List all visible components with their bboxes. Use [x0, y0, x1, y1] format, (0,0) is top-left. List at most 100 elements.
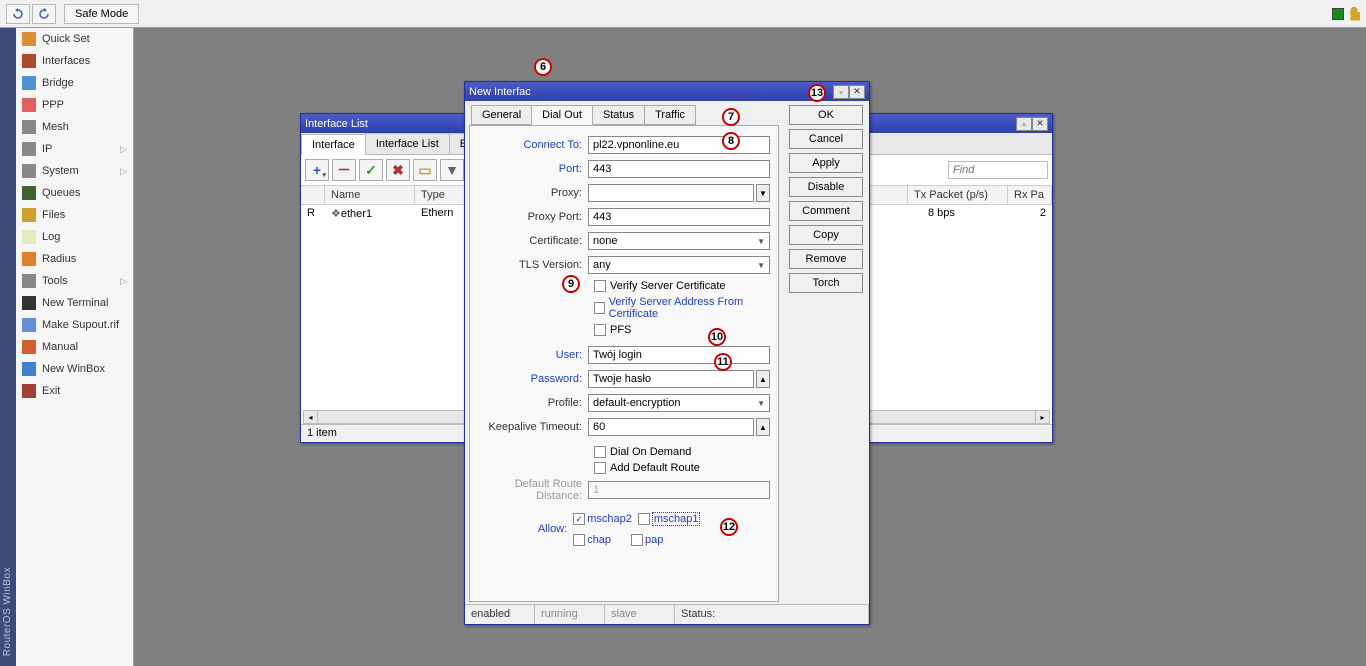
- col-name[interactable]: Name: [325, 186, 415, 204]
- certificate-select[interactable]: none▼: [588, 232, 770, 250]
- tab-general[interactable]: General: [471, 105, 532, 125]
- sidebar-item-mesh[interactable]: Mesh: [16, 116, 133, 138]
- new-interface-buttons: OK Cancel Apply Disable Comment Copy Remove Tor…: [789, 105, 863, 293]
- sidebar-item-queues[interactable]: Queues: [16, 182, 133, 204]
- sidebar-item-system[interactable]: System▷: [16, 160, 133, 182]
- badge-12: 12: [720, 518, 738, 536]
- copy-button[interactable]: Copy: [789, 225, 863, 245]
- menu-label: Files: [42, 209, 65, 221]
- sidebar-item-manual[interactable]: Manual: [16, 336, 133, 358]
- sidebar-item-make-supout-rif[interactable]: Make Supout.rif: [16, 314, 133, 336]
- verify-server-cert-checkbox[interactable]: [594, 280, 606, 292]
- ok-button[interactable]: OK: [789, 105, 863, 125]
- port-input[interactable]: [588, 160, 770, 178]
- redo-button[interactable]: [32, 4, 56, 24]
- sidebar-item-tools[interactable]: Tools▷: [16, 270, 133, 292]
- sidebar-item-new-terminal[interactable]: New Terminal: [16, 292, 133, 314]
- label-proxy: Proxy:: [478, 187, 588, 199]
- sidebar-item-files[interactable]: Files: [16, 204, 133, 226]
- label-profile: Profile:: [478, 397, 588, 409]
- menu-icon: [22, 76, 36, 90]
- proxy-input[interactable]: [588, 184, 754, 202]
- user-input[interactable]: [588, 346, 770, 364]
- pfs-checkbox[interactable]: [594, 324, 606, 336]
- password-input[interactable]: [588, 370, 754, 388]
- close-button[interactable]: ✕: [849, 85, 865, 99]
- sidebar-item-bridge[interactable]: Bridge: [16, 72, 133, 94]
- proxy-port-input[interactable]: [588, 208, 770, 226]
- minimize-button[interactable]: ▫: [1016, 117, 1032, 131]
- dial-on-demand-checkbox[interactable]: [594, 446, 606, 458]
- col-rx-packet[interactable]: Rx Pa: [1008, 186, 1052, 204]
- sidebar-item-exit[interactable]: Exit: [16, 380, 133, 402]
- label-pap: pap: [645, 534, 663, 546]
- menu: Quick SetInterfacesBridgePPP Mesh IP▷Syste…: [16, 28, 134, 666]
- tls-version-select[interactable]: any▼: [588, 256, 770, 274]
- sidebar-item-quick-set[interactable]: Quick Set: [16, 28, 133, 50]
- chap-checkbox[interactable]: [573, 534, 585, 546]
- allow-group: mschap2 mschap1 chap pap: [573, 512, 770, 546]
- sidebar-item-ip[interactable]: IP▷: [16, 138, 133, 160]
- minimize-button[interactable]: ▫: [833, 85, 849, 99]
- menu-icon: [22, 54, 36, 68]
- row-txp: 2: [972, 205, 1052, 222]
- filter-button[interactable]: ▼: [440, 159, 464, 181]
- profile-select[interactable]: default-encryption▼: [588, 394, 770, 412]
- sidebar-item-ppp[interactable]: PPP: [16, 94, 133, 116]
- sidebar-item-new-winbox[interactable]: New WinBox: [16, 358, 133, 380]
- sidebar-item-radius[interactable]: Radius: [16, 248, 133, 270]
- menu-label: Radius: [42, 253, 76, 265]
- remove-button[interactable]: －: [332, 159, 356, 181]
- label-connect-to: Connect To:: [478, 139, 588, 151]
- new-interface-window: New Interfac ▫ ✕ General Dial Out Status…: [464, 81, 870, 625]
- col-type[interactable]: Type: [415, 186, 465, 204]
- verify-server-addr-checkbox[interactable]: [594, 302, 605, 314]
- menu-icon: [22, 230, 36, 244]
- default-route-distance-input: [588, 481, 770, 499]
- enable-button[interactable]: ✓: [359, 159, 383, 181]
- tab-dial-out[interactable]: Dial Out: [531, 105, 593, 125]
- sidebar-item-log[interactable]: Log: [16, 226, 133, 248]
- tab-status[interactable]: Status: [592, 105, 645, 125]
- label-allow: Allow:: [478, 523, 573, 535]
- password-hide-arrow[interactable]: ▲: [756, 370, 770, 388]
- mschap1-checkbox[interactable]: [638, 513, 650, 525]
- menu-icon: [22, 274, 36, 288]
- redo-icon: [38, 8, 50, 20]
- badge-11: 11: [714, 353, 732, 371]
- tab-traffic[interactable]: Traffic: [644, 105, 696, 125]
- add-button[interactable]: +: [305, 159, 329, 181]
- find-input[interactable]: [948, 161, 1048, 179]
- proxy-dropdown-arrow[interactable]: ▼: [756, 184, 770, 202]
- menu-label: Mesh: [42, 121, 69, 133]
- col-tx-packet[interactable]: Tx Packet (p/s): [908, 186, 1008, 204]
- cancel-button[interactable]: Cancel: [789, 129, 863, 149]
- apply-button[interactable]: Apply: [789, 153, 863, 173]
- comment-button[interactable]: Comment: [789, 201, 863, 221]
- comment-button[interactable]: ▭: [413, 159, 437, 181]
- disable-button[interactable]: ✖: [386, 159, 410, 181]
- connect-to-input[interactable]: [588, 136, 770, 154]
- undo-button[interactable]: [6, 4, 30, 24]
- disable-button[interactable]: Disable: [789, 177, 863, 197]
- keepalive-hide-arrow[interactable]: ▲: [756, 418, 770, 436]
- add-default-route-checkbox[interactable]: [594, 462, 606, 474]
- label-user: User:: [478, 349, 588, 361]
- mschap2-checkbox[interactable]: [573, 513, 585, 525]
- keepalive-input[interactable]: [588, 418, 754, 436]
- pap-checkbox[interactable]: [631, 534, 643, 546]
- tab-interface[interactable]: Interface: [301, 134, 366, 155]
- badge-13: 13: [808, 84, 826, 102]
- status-indicator-icon: [1332, 8, 1344, 20]
- safe-mode-button[interactable]: Safe Mode: [64, 4, 139, 24]
- sidebar-item-interfaces[interactable]: Interfaces: [16, 50, 133, 72]
- close-button[interactable]: ✕: [1032, 117, 1048, 131]
- col-flag[interactable]: [301, 186, 325, 204]
- row-bps: 8 bps: [922, 205, 972, 222]
- menu-icon: [22, 98, 36, 112]
- remove-button[interactable]: Remove: [789, 249, 863, 269]
- badge-10: 10: [708, 328, 726, 346]
- torch-button[interactable]: Torch: [789, 273, 863, 293]
- menu-label: IP: [42, 143, 52, 155]
- tab-interface-list[interactable]: Interface List: [365, 133, 450, 154]
